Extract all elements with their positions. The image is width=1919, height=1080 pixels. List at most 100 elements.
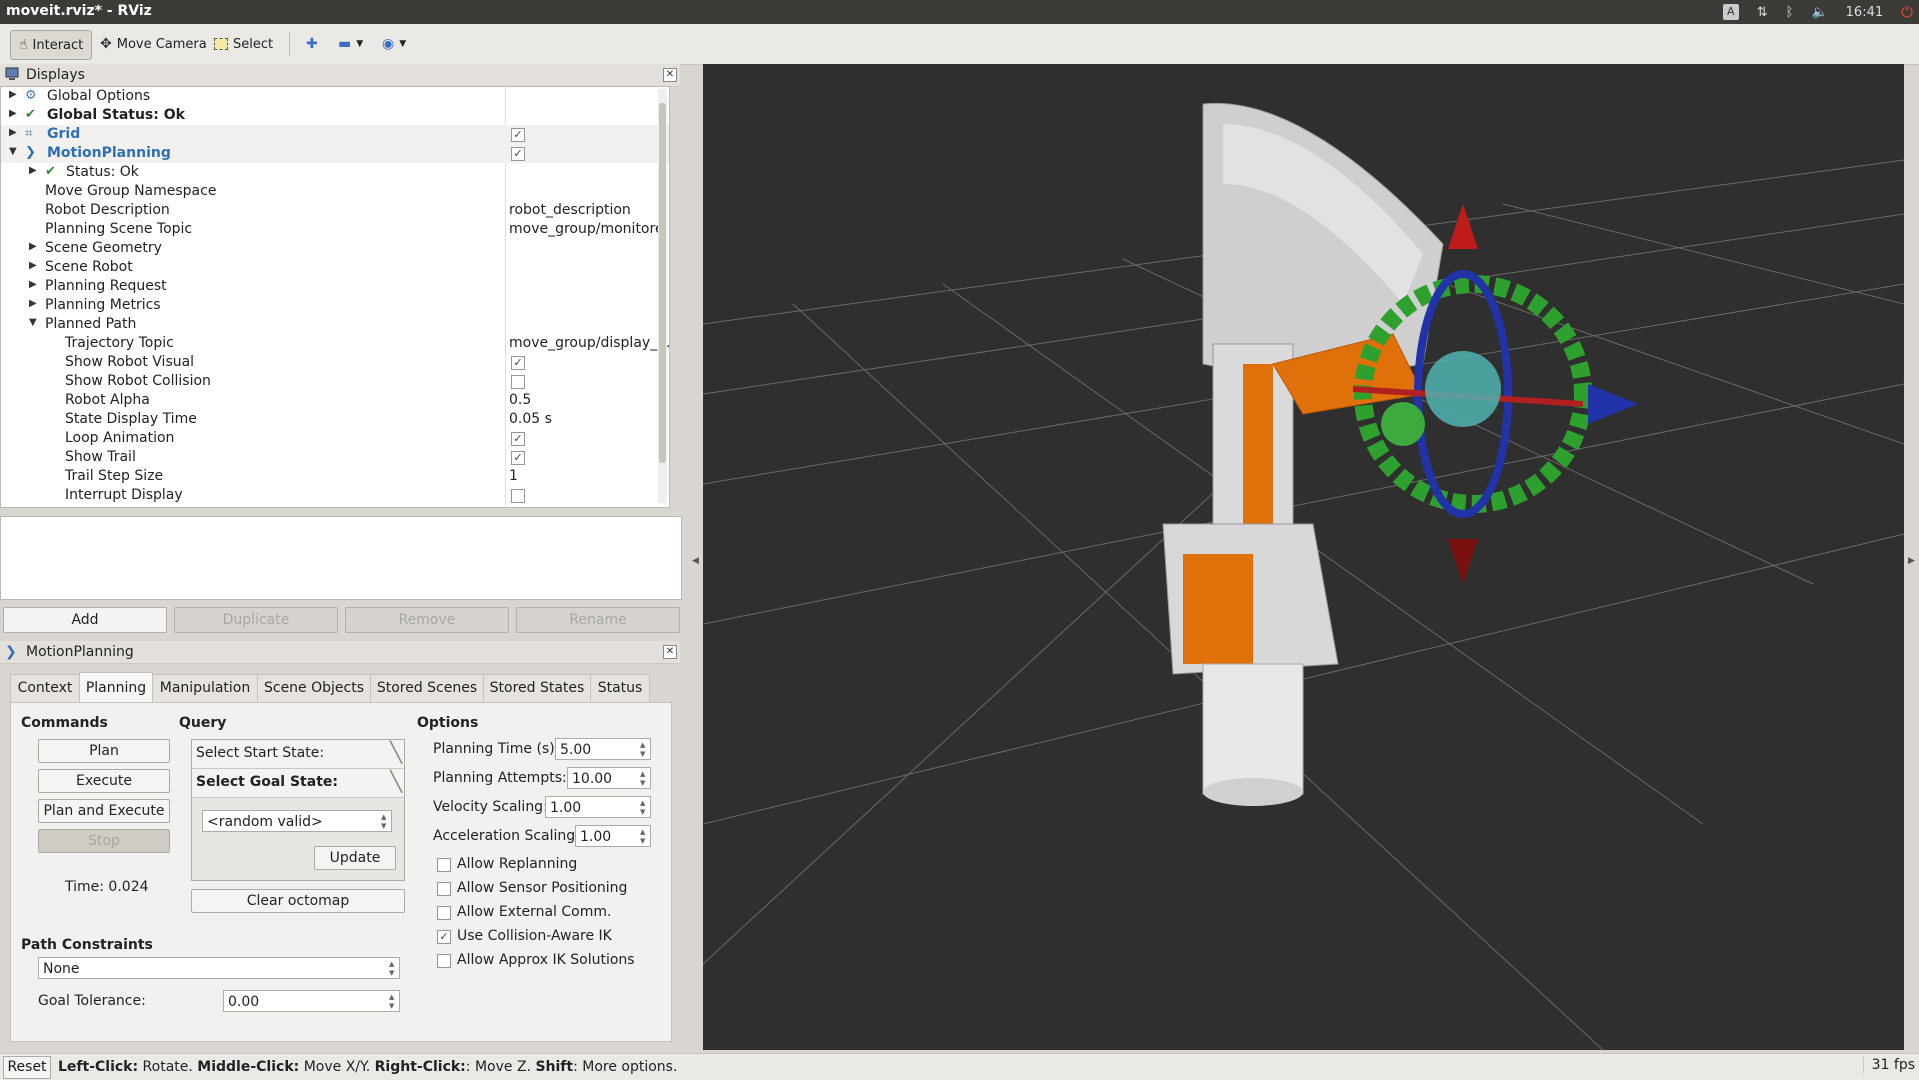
- tree-row-show-robot-visual[interactable]: Show Robot Visual ✓: [1, 353, 669, 372]
- spin-arrows-icon[interactable]: ▲ ▼: [640, 828, 648, 846]
- select-tool-button[interactable]: Select: [206, 30, 281, 58]
- scrollbar-thumb[interactable]: [659, 103, 666, 463]
- goal-state-header[interactable]: Select Goal State: ╲: [192, 769, 404, 798]
- remove-display-button[interactable]: Remove: [345, 607, 509, 633]
- render-viewport[interactable]: [702, 64, 1905, 1051]
- expand-arrow-icon[interactable]: ▶: [9, 108, 17, 119]
- allow-external-comm-checkbox[interactable]: [437, 906, 451, 920]
- tree-row-robot-description[interactable]: Robot Description robot_description: [1, 201, 669, 220]
- power-icon[interactable]: ⏻: [1901, 3, 1913, 21]
- expand-arrow-icon[interactable]: ▶: [29, 165, 37, 176]
- expand-arrow-icon[interactable]: ▶: [9, 89, 17, 100]
- tree-row-planning-request[interactable]: ▶ Planning Request: [1, 277, 669, 296]
- allow-sensor-positioning-checkbox[interactable]: [437, 882, 451, 896]
- planning-time-input[interactable]: 5.00 ▲ ▼: [555, 738, 651, 760]
- add-display-button[interactable]: Add: [3, 607, 167, 633]
- allow-approx-ik-checkbox[interactable]: [437, 954, 451, 968]
- tree-row-trail-step-size[interactable]: Trail Step Size 1: [1, 467, 669, 486]
- tree-row-global-status[interactable]: ▶ ✔ Global Status: Ok: [1, 106, 669, 125]
- velocity-scaling-input[interactable]: 1.00 ▲ ▼: [545, 796, 651, 818]
- property-value[interactable]: 0.05 s: [509, 411, 669, 427]
- show-robot-collision-checkbox[interactable]: [511, 375, 525, 389]
- tree-row-grid[interactable]: ▶ ⌗ Grid ✓: [1, 125, 669, 144]
- expand-arrow-icon[interactable]: ▶: [29, 260, 37, 271]
- tree-row-show-trail[interactable]: Show Trail ✓: [1, 448, 669, 467]
- tab-scene-objects[interactable]: Scene Objects: [257, 674, 371, 702]
- tree-row-state-display-time[interactable]: State Display Time 0.05 s: [1, 410, 669, 429]
- view-options-button[interactable]: ◉ ▼: [374, 30, 414, 58]
- spin-arrows-icon[interactable]: ▲ ▼: [640, 741, 648, 759]
- execute-button[interactable]: Execute: [38, 769, 170, 793]
- tree-row-motion-planning[interactable]: ▼ ❯ MotionPlanning ✓: [1, 144, 669, 163]
- tree-row-show-robot-collision[interactable]: Show Robot Collision: [1, 372, 669, 391]
- tree-row-scene-robot[interactable]: ▶ Scene Robot: [1, 258, 669, 277]
- update-button[interactable]: Update: [314, 846, 396, 870]
- close-icon[interactable]: ✕: [663, 68, 677, 82]
- tree-row-interrupt-display[interactable]: Interrupt Display: [1, 486, 669, 505]
- show-robot-visual-checkbox[interactable]: ✓: [511, 356, 525, 370]
- spin-arrows-icon[interactable]: ▲ ▼: [389, 993, 397, 1011]
- bluetooth-icon[interactable]: ᛒ: [1786, 5, 1794, 20]
- tab-planning[interactable]: Planning: [79, 672, 153, 702]
- tree-row-planning-scene-topic[interactable]: Planning Scene Topic move_group/monitore…: [1, 220, 669, 239]
- collapse-right-icon[interactable]: ▶: [1908, 556, 1915, 566]
- goal-state-select[interactable]: <random valid> ▲ ▼: [202, 810, 392, 832]
- interrupt-display-checkbox[interactable]: [511, 489, 525, 503]
- tree-row-global-options[interactable]: ▶ ⚙ Global Options: [1, 87, 669, 106]
- clear-octomap-button[interactable]: Clear octomap: [191, 889, 405, 913]
- spin-arrows-icon[interactable]: ▲ ▼: [640, 799, 648, 817]
- tree-row-trajectory-topic[interactable]: Trajectory Topic move_group/display_...: [1, 334, 669, 353]
- start-state-header[interactable]: Select Start State: ╲: [192, 740, 404, 769]
- rename-display-button[interactable]: Rename: [516, 607, 680, 633]
- displays-scrollbar[interactable]: [658, 89, 667, 503]
- tree-row-planning-metrics[interactable]: ▶ Planning Metrics: [1, 296, 669, 315]
- tree-row-planned-path[interactable]: ▼ Planned Path: [1, 315, 669, 334]
- tab-stored-states[interactable]: Stored States: [483, 674, 591, 702]
- grid-enabled-checkbox[interactable]: ✓: [511, 128, 525, 142]
- clock[interactable]: 16:41: [1846, 5, 1883, 20]
- show-trail-checkbox[interactable]: ✓: [511, 451, 525, 465]
- tab-context[interactable]: Context: [10, 674, 80, 702]
- loop-animation-checkbox[interactable]: ✓: [511, 432, 525, 446]
- plan-and-execute-button[interactable]: Plan and Execute: [38, 799, 170, 823]
- displays-tree[interactable]: ▶ ⚙ Global Options ▶ ✔ Global Status: Ok…: [0, 86, 670, 508]
- acceleration-scaling-input[interactable]: 1.00 ▲ ▼: [575, 825, 651, 847]
- expand-arrow-icon[interactable]: ▶: [9, 127, 17, 138]
- property-value[interactable]: robot_description: [509, 202, 669, 218]
- plan-button[interactable]: Plan: [38, 739, 170, 763]
- stop-button[interactable]: Stop: [38, 829, 170, 853]
- goal-tolerance-input[interactable]: 0.00 ▲ ▼: [223, 990, 400, 1012]
- keyboard-layout-icon[interactable]: A: [1722, 4, 1739, 20]
- add-tool-button[interactable]: ✚: [298, 30, 326, 58]
- property-value[interactable]: 1: [509, 468, 669, 484]
- spin-arrows-icon[interactable]: ▲ ▼: [640, 770, 648, 788]
- duplicate-display-button[interactable]: Duplicate: [174, 607, 338, 633]
- tab-manipulation[interactable]: Manipulation: [152, 674, 258, 702]
- motion-planning-enabled-checkbox[interactable]: ✓: [511, 147, 525, 161]
- property-value[interactable]: 0.5: [509, 392, 669, 408]
- tree-row-status[interactable]: ▶ ✔ Status: Ok: [1, 163, 669, 182]
- tab-status[interactable]: Status: [590, 674, 650, 702]
- close-icon[interactable]: ✕: [663, 645, 677, 659]
- tree-row-robot-alpha[interactable]: Robot Alpha 0.5: [1, 391, 669, 410]
- allow-replanning-checkbox[interactable]: [437, 858, 451, 872]
- collapse-left-icon[interactable]: ◀: [692, 556, 699, 566]
- collapse-arrow-icon[interactable]: ▼: [9, 146, 17, 157]
- use-collision-aware-ik-checkbox[interactable]: ✓: [437, 930, 451, 944]
- tree-row-move-group-namespace[interactable]: Move Group Namespace: [1, 182, 669, 201]
- expand-arrow-icon[interactable]: ▶: [29, 241, 37, 252]
- planning-attempts-input[interactable]: 10.00 ▲ ▼: [567, 767, 651, 789]
- collapse-arrow-icon[interactable]: ▼: [29, 317, 37, 328]
- interact-tool-button[interactable]: ☝ Interact: [10, 30, 93, 60]
- path-constraints-select[interactable]: None ▲ ▼: [38, 957, 400, 979]
- reset-button[interactable]: Reset: [3, 1056, 51, 1079]
- tree-row-scene-geometry[interactable]: ▶ Scene Geometry: [1, 239, 669, 258]
- expand-arrow-icon[interactable]: ▶: [29, 279, 37, 290]
- remove-tool-button[interactable]: ▬ ▼: [330, 30, 371, 58]
- move-camera-tool-button[interactable]: ✥ Move Camera: [92, 30, 215, 58]
- property-value[interactable]: move_group/display_...: [509, 335, 669, 351]
- tab-stored-scenes[interactable]: Stored Scenes: [370, 674, 484, 702]
- tree-row-loop-animation[interactable]: Loop Animation ✓: [1, 429, 669, 448]
- property-value[interactable]: move_group/monitore.: [509, 221, 669, 237]
- volume-icon[interactable]: 🔈: [1811, 5, 1827, 20]
